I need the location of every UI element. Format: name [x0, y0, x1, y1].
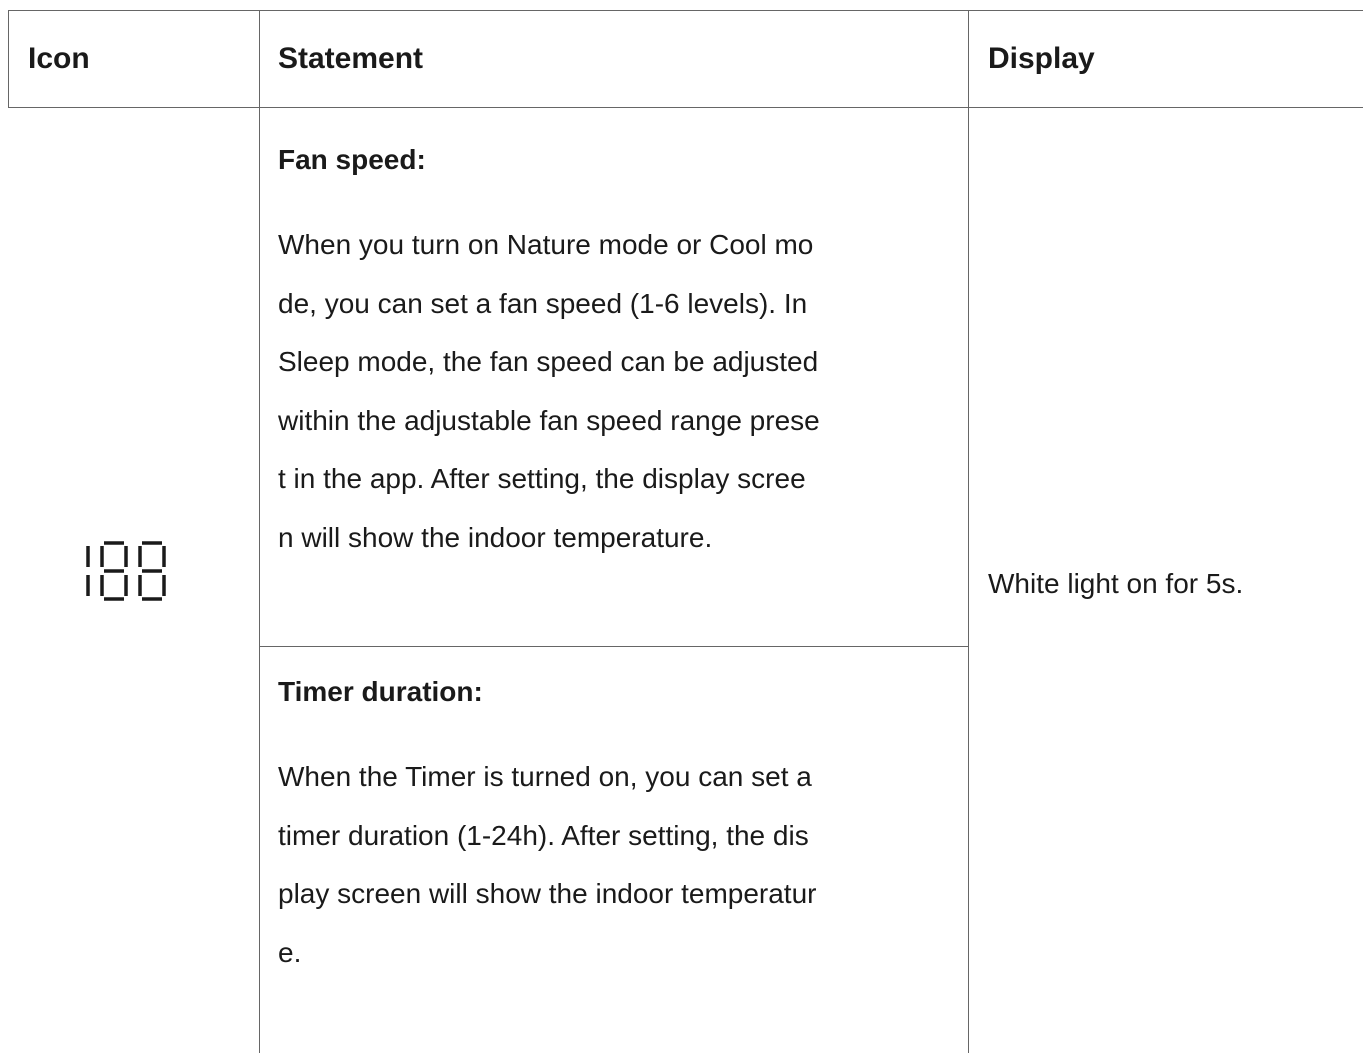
header-divider [8, 107, 1363, 108]
header-display: Display [988, 41, 1095, 75]
statement-line: play screen will show the indoor tempera… [278, 878, 817, 909]
table-border-top [8, 10, 1363, 11]
header-statement: Statement [278, 41, 424, 75]
statement-line: n will show the indoor temperature. [278, 521, 713, 553]
column-divider-icon-statement [259, 10, 260, 1053]
statement-row-divider [259, 646, 968, 647]
statement-line: Sleep mode, the fan speed can be adjuste… [278, 346, 819, 377]
statement-line: de, you can set a fan speed (1-6 levels)… [278, 287, 808, 319]
statement-line: timer duration (1-24h). After setting, t… [278, 819, 809, 851]
statement-line: When the Timer is turned on, you can set… [278, 761, 812, 792]
statement-line: When you turn on Nature mode or Cool mo [278, 229, 814, 260]
seven-segment-188-icon [84, 540, 184, 602]
statement-line: e. [278, 936, 302, 968]
column-divider-statement-display [968, 10, 969, 1053]
statement-fan-speed: Fan speed: When you turn on Nature mode … [278, 140, 958, 567]
statement-title: Timer duration: [278, 676, 483, 707]
info-table: Icon Statement Display Fan speed: When y… [0, 0, 1363, 1053]
display-value: White light on for 5s. [988, 568, 1244, 599]
statement-timer-duration: Timer duration: When the Timer is turned… [278, 672, 958, 982]
statement-line: within the adjustable fan speed range pr… [278, 404, 820, 436]
header-icon: Icon [28, 41, 90, 75]
statement-line: t in the app. After setting, the display… [278, 463, 806, 494]
table-border-left [8, 10, 9, 108]
statement-title: Fan speed: [278, 144, 426, 175]
